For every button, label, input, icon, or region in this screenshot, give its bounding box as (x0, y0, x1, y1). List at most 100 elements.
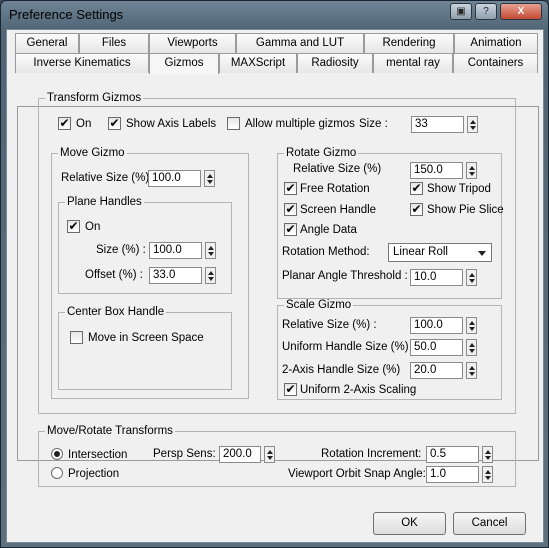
allow-multiple-gizmos-label: Allow multiple gizmos (245, 118, 355, 130)
plane-handles-group: Plane Handles ✔ On Size (%) : 100.0 Offs… (58, 196, 232, 294)
free-rotation-checkbox[interactable]: ✔ (284, 181, 297, 195)
uniform-handle-input[interactable]: 50.0 (410, 339, 463, 356)
angle-data-checkbox[interactable]: ✔ (284, 222, 297, 236)
screen-handle-checkbox[interactable]: ✔ (284, 202, 297, 216)
move-relative-size-input[interactable]: 100.0 (148, 170, 201, 187)
projection-radio[interactable] (51, 467, 63, 479)
screen-space-checkbox[interactable] (70, 331, 83, 344)
move-gizmo-group: Move Gizmo Relative Size (%) 100.0 Plane… (51, 147, 249, 399)
help-button[interactable]: ? (475, 3, 497, 20)
show-tripod-label: Show Tripod (427, 183, 491, 195)
gizmo-size-input[interactable]: 33 (411, 116, 464, 133)
check-icon: ✔ (285, 382, 296, 396)
plane-offset-input[interactable]: 33.0 (149, 267, 202, 284)
tab-animation[interactable]: Animation (454, 33, 538, 53)
scale-relative-size-input[interactable]: 100.0 (410, 317, 463, 334)
rotate-gizmo-group: Rotate Gizmo Relative Size (%) 150.0 ✔ F… (277, 147, 504, 299)
show-pie-slice-label: Show Pie Slice (427, 204, 504, 216)
spinner-arrows-icon[interactable] (482, 466, 493, 483)
spinner-arrows-icon[interactable] (264, 446, 275, 463)
plane-size-label: Size (%) : (96, 244, 146, 256)
check-icon: ✔ (59, 116, 70, 130)
persp-sens-label: Persp Sens: (153, 448, 216, 460)
uniform-handle-label: Uniform Handle Size (%) (282, 341, 409, 353)
rotate-relative-size-label: Relative Size (%) (293, 163, 382, 175)
tab-inverse-kinematics[interactable]: Inverse Kinematics (15, 53, 149, 73)
rotation-method-value: Linear Roll (393, 246, 448, 258)
window-title: Preference Settings (9, 7, 124, 22)
preference-window: Preference Settings ▣ ? X General Files … (0, 0, 549, 548)
center-box-handle-label: Center Box Handle (65, 306, 167, 319)
spinner-arrows-icon[interactable] (466, 339, 477, 356)
gizmos-panel: Transform Gizmos ✔ On ✔ Show Axis Labels… (17, 92, 539, 487)
show-axis-labels-checkbox[interactable]: ✔ (108, 116, 121, 130)
tab-gizmos[interactable]: Gizmos (149, 53, 219, 74)
tab-maxscript[interactable]: MAXScript (219, 53, 297, 73)
tab-general[interactable]: General (15, 33, 79, 53)
planar-threshold-input[interactable]: 10.0 (410, 269, 463, 286)
dialog-body: General Files Viewports Gamma and LUT Re… (6, 29, 544, 543)
show-tripod-checkbox[interactable]: ✔ (410, 181, 423, 195)
show-axis-labels-label: Show Axis Labels (126, 118, 217, 130)
rotate-relative-size-input[interactable]: 150.0 (410, 162, 463, 179)
tab-files[interactable]: Files (79, 33, 149, 53)
move-gizmo-label: Move Gizmo (58, 147, 127, 160)
spinner-arrows-icon[interactable] (205, 267, 216, 284)
two-axis-handle-input[interactable]: 20.0 (410, 362, 463, 379)
gizmos-on-checkbox[interactable]: ✔ (58, 116, 71, 130)
ok-button[interactable]: OK (373, 512, 446, 535)
show-pie-slice-checkbox[interactable]: ✔ (410, 202, 423, 216)
plane-offset-label: Offset (%) : (85, 269, 143, 281)
tab-radiosity[interactable]: Radiosity (297, 53, 373, 73)
plane-handles-on-checkbox[interactable]: ✔ (67, 219, 80, 233)
check-icon: ✔ (109, 116, 120, 130)
check-icon: ✔ (411, 181, 422, 195)
gizmo-size-label: Size : (359, 118, 388, 130)
spinner-arrows-icon[interactable] (205, 242, 216, 259)
check-icon: ✔ (285, 181, 296, 195)
spinner-arrows-icon[interactable] (204, 170, 215, 187)
screen-space-label: Move in Screen Space (88, 332, 204, 344)
scale-gizmo-label: Scale Gizmo (284, 299, 354, 312)
move-rotate-label: Move/Rotate Transforms (45, 425, 175, 438)
rotation-increment-input[interactable]: 0.5 (426, 446, 479, 463)
tab-gamma-lut[interactable]: Gamma and LUT (236, 33, 364, 53)
intersection-radio[interactable] (51, 448, 63, 460)
spinner-arrows-icon[interactable] (466, 362, 477, 379)
rotate-gizmo-label: Rotate Gizmo (284, 147, 359, 160)
persp-sens-input[interactable]: 200.0 (219, 446, 261, 463)
move-rotate-group: Move/Rotate Transforms Intersection Proj… (38, 425, 516, 487)
scale-gizmo-group: Scale Gizmo Relative Size (%) : 100.0 Un… (277, 299, 502, 400)
close-button[interactable]: X (500, 3, 542, 20)
cancel-button[interactable]: Cancel (453, 512, 526, 535)
transform-gizmos-group: Transform Gizmos ✔ On ✔ Show Axis Labels… (38, 92, 516, 414)
chevron-down-icon (478, 251, 486, 256)
tab-rendering[interactable]: Rendering (364, 33, 454, 53)
uniform-scaling-checkbox[interactable]: ✔ (284, 382, 297, 396)
allow-multiple-gizmos-checkbox[interactable] (227, 117, 240, 130)
plane-size-input[interactable]: 100.0 (149, 242, 202, 259)
tab-viewports[interactable]: Viewports (149, 33, 236, 53)
two-axis-handle-label: 2-Axis Handle Size (%) (282, 364, 401, 376)
orbit-snap-input[interactable]: 1.0 (426, 466, 479, 483)
spinner-arrows-icon[interactable] (466, 269, 477, 286)
spinner-arrows-icon[interactable] (482, 446, 493, 463)
scale-relative-size-label: Relative Size (%) : (282, 319, 377, 331)
restore-icon[interactable]: ▣ (450, 3, 472, 20)
uniform-scaling-label: Uniform 2-Axis Scaling (300, 384, 417, 396)
title-bar[interactable]: Preference Settings ▣ ? X (1, 1, 548, 29)
tab-mental-ray[interactable]: mental ray (373, 53, 453, 73)
gizmos-on-label: On (76, 118, 92, 130)
projection-label: Projection (68, 468, 120, 480)
spinner-arrows-icon[interactable] (467, 116, 478, 133)
plane-handles-label: Plane Handles (65, 196, 144, 209)
intersection-label: Intersection (68, 449, 128, 461)
spinner-arrows-icon[interactable] (466, 162, 477, 179)
planar-threshold-label: Planar Angle Threshold : (282, 270, 408, 282)
tab-containers[interactable]: Containers (453, 53, 538, 73)
center-box-handle-group: Center Box Handle Move in Screen Space (58, 306, 232, 390)
spinner-arrows-icon[interactable] (466, 317, 477, 334)
angle-data-label: Angle Data (300, 224, 357, 236)
rotation-method-dropdown[interactable]: Linear Roll (388, 243, 492, 262)
orbit-snap-label: Viewport Orbit Snap Angle: (288, 468, 426, 480)
